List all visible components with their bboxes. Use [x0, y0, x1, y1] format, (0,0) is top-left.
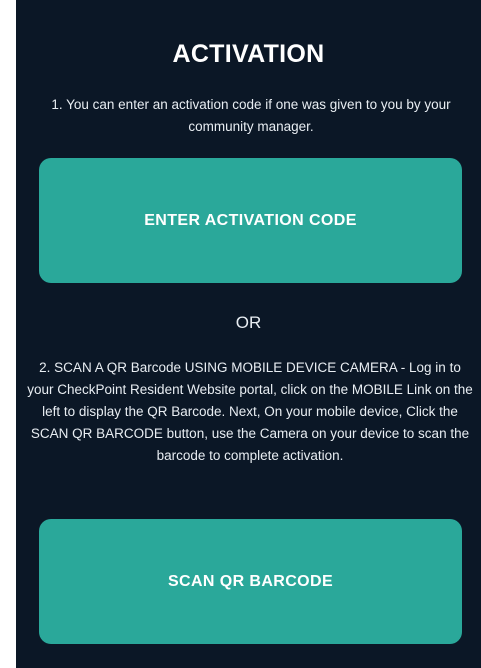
scan-qr-instructions: 2. SCAN A QR Barcode USING MOBILE DEVICE… — [27, 360, 473, 463]
enter-activation-code-button[interactable]: ENTER ACTIVATION CODE — [39, 158, 462, 283]
enter-code-instructions: 1. You can enter an activation code if o… — [51, 97, 451, 134]
activation-screen: ACTIVATION 1. You can enter an activatio… — [16, 0, 481, 668]
page-title: ACTIVATION — [172, 40, 325, 68]
or-separator: OR — [235, 313, 262, 332]
scan-qr-barcode-button[interactable]: SCAN QR BARCODE — [39, 519, 462, 644]
